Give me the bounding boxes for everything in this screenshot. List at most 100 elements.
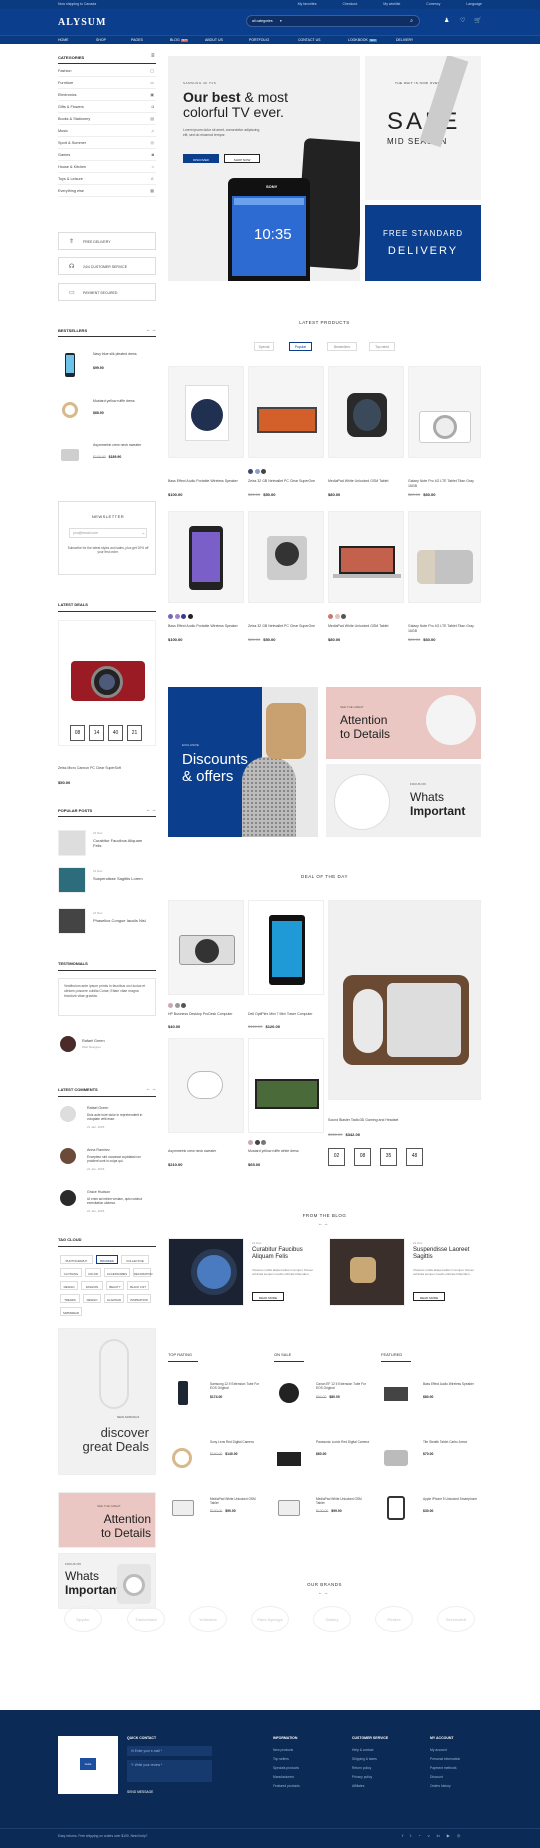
deal-name[interactable]: Zeiss Micro Cannon PC Clear SuperSoft [58,766,128,771]
search-category-select[interactable]: all categories [252,19,273,23]
featured-deal-image[interactable] [328,900,481,1100]
brand-logo[interactable]: Timberland [127,1606,165,1632]
list-product-name[interactable]: Apple iPhone 5 Unlocked Smartphone [423,1497,478,1501]
tag[interactable]: Glamour [104,1294,124,1303]
product-image[interactable] [408,366,481,458]
blog-image[interactable] [168,1238,244,1306]
instagram-icon[interactable]: ◎ [457,1833,461,1838]
swatch[interactable] [334,614,340,619]
product-thumb[interactable] [58,440,82,470]
list-thumb[interactable] [381,1375,411,1411]
post-thumb[interactable] [58,908,86,934]
product-name[interactable]: Zeiss 32 GB Netmallet PC Clear SuperOne [248,624,318,629]
read-more-button[interactable]: Read more [252,1292,284,1301]
bestseller-name[interactable]: Mustard yellow ruffle dress [93,399,151,404]
arrows-nav[interactable]: ← → [146,327,156,332]
heart-icon[interactable]: ♡ [460,17,465,24]
nav-pages[interactable]: Pages [131,38,143,42]
newsletter-email-input[interactable]: you@email.com [69,528,147,538]
category-item[interactable]: Gifts & Flowers ◘ [58,102,156,113]
send-message-button[interactable]: Send message [127,1790,153,1794]
tag[interactable]: Swimwear [60,1307,82,1316]
youtube-icon[interactable]: ▶ [447,1833,450,1838]
list-thumb[interactable] [274,1375,304,1411]
category-item[interactable]: Games ◙ [58,150,156,161]
tag[interactable]: Collective [121,1255,149,1264]
swatch[interactable] [248,1140,253,1145]
currency-select[interactable]: Currency [426,2,440,6]
product-name[interactable]: Dell OptiPlex Mini 7 Mini Tower Computer [248,1012,318,1017]
swatch[interactable] [174,614,180,619]
product-name[interactable]: Zeiss 32 GB Netmallet PC Clear SuperOne [248,479,318,484]
tag[interactable]: Design [60,1281,78,1290]
tag[interactable]: Clothing [60,1268,82,1277]
footer-review-input[interactable]: ✎ Write your review * [127,1760,212,1782]
swatch[interactable] [261,469,266,474]
cart-icon[interactable]: 🛒 [474,17,481,24]
product-image[interactable] [168,1038,244,1133]
category-item[interactable]: Music ♫ [58,126,156,137]
footer-link[interactable]: Featured products [273,1784,300,1788]
tab-bestsellers[interactable]: Bestsellers [327,342,357,351]
product-thumb[interactable] [58,350,82,382]
arrows-nav[interactable]: ← → [318,1590,328,1595]
swatch[interactable] [328,614,333,619]
product-image[interactable] [248,366,324,458]
blog-post-title[interactable]: Suspendisse Laoreet Sagittis [413,1247,479,1260]
tag[interactable]: Design [83,1294,101,1303]
arrows-nav[interactable]: ← → [146,807,156,812]
swatch[interactable] [181,1003,186,1008]
color-swatches[interactable] [328,614,348,620]
category-item[interactable]: Furniture ▭ [58,78,156,89]
product-image[interactable] [328,511,404,603]
discounts-banner[interactable]: Exclusive Discounts & offers [168,687,318,837]
swatch[interactable] [174,1003,180,1008]
list-thumb[interactable] [168,1440,198,1476]
nav-blog[interactable]: Blog Hot [170,38,189,42]
nav-contact[interactable]: Contact Us [298,38,320,42]
site-logo[interactable]: ALYSUM [58,17,106,28]
twitter-icon[interactable]: t [410,1833,411,1838]
color-swatches[interactable] [248,469,268,475]
product-name[interactable]: Galaxy Note Pro 4G LTE Tablet Titan Gray… [408,479,478,488]
nav-home[interactable]: Home [58,38,69,42]
shop-now-button[interactable]: Shop now [224,154,260,163]
color-swatches[interactable] [168,1003,188,1009]
delivery-banner[interactable]: Free standard Delivery [365,205,481,281]
search-bar[interactable]: all categories ▾ ⌕ [246,15,420,27]
tab-top-rated[interactable]: Top rated [369,342,395,351]
favorites-link[interactable]: My favorites [298,2,317,6]
tag[interactable]: Beauty [106,1281,124,1290]
menu-icon[interactable]: ≡ [151,53,155,59]
list-thumb[interactable] [381,1490,411,1526]
swatch[interactable] [187,614,193,619]
hero-banner[interactable]: Samsung 4k TVs Our best & most colorful … [168,56,360,281]
post-thumb[interactable] [58,830,86,856]
product-image[interactable] [168,511,244,603]
product-name[interactable]: Bass Effect Audio Portable Wireless Spea… [168,624,238,629]
search-icon[interactable]: ⌕ [410,18,413,24]
list-thumb[interactable] [381,1440,411,1476]
category-item[interactable]: House & Kitchen ⌂ [58,162,156,173]
brand-logo[interactable]: Spyder [64,1606,102,1632]
product-image[interactable] [408,511,481,603]
whats-important-promo[interactable]: Focus on Whats Important [326,764,481,837]
product-image[interactable] [328,366,404,458]
tag[interactable]: Branded [96,1255,118,1264]
checkout-link[interactable]: Checkout [343,2,358,6]
vimeo-icon[interactable]: v [428,1833,430,1838]
product-thumb[interactable] [58,396,82,426]
footer-link[interactable]: Orders history [430,1784,451,1788]
swatch[interactable] [181,614,186,619]
tag[interactable]: Accessories [104,1268,130,1277]
swatch[interactable] [254,469,260,474]
brand-logo[interactable]: Greenwich [437,1606,475,1632]
user-icon[interactable]: ♟ [444,17,449,24]
brand-logo[interactable]: Pirates [375,1606,413,1632]
swatch[interactable] [341,614,346,619]
list-product-name[interactable]: Canon EF 12 II Extension Tube For EOS Or… [316,1382,371,1391]
category-item[interactable]: Sport & Summer ◎ [58,138,156,149]
nav-about[interactable]: About Us [205,38,223,42]
list-thumb[interactable] [168,1375,198,1411]
product-name[interactable]: Galaxy Note Pro 4G LTE Tablet Titan Gray… [408,624,478,633]
